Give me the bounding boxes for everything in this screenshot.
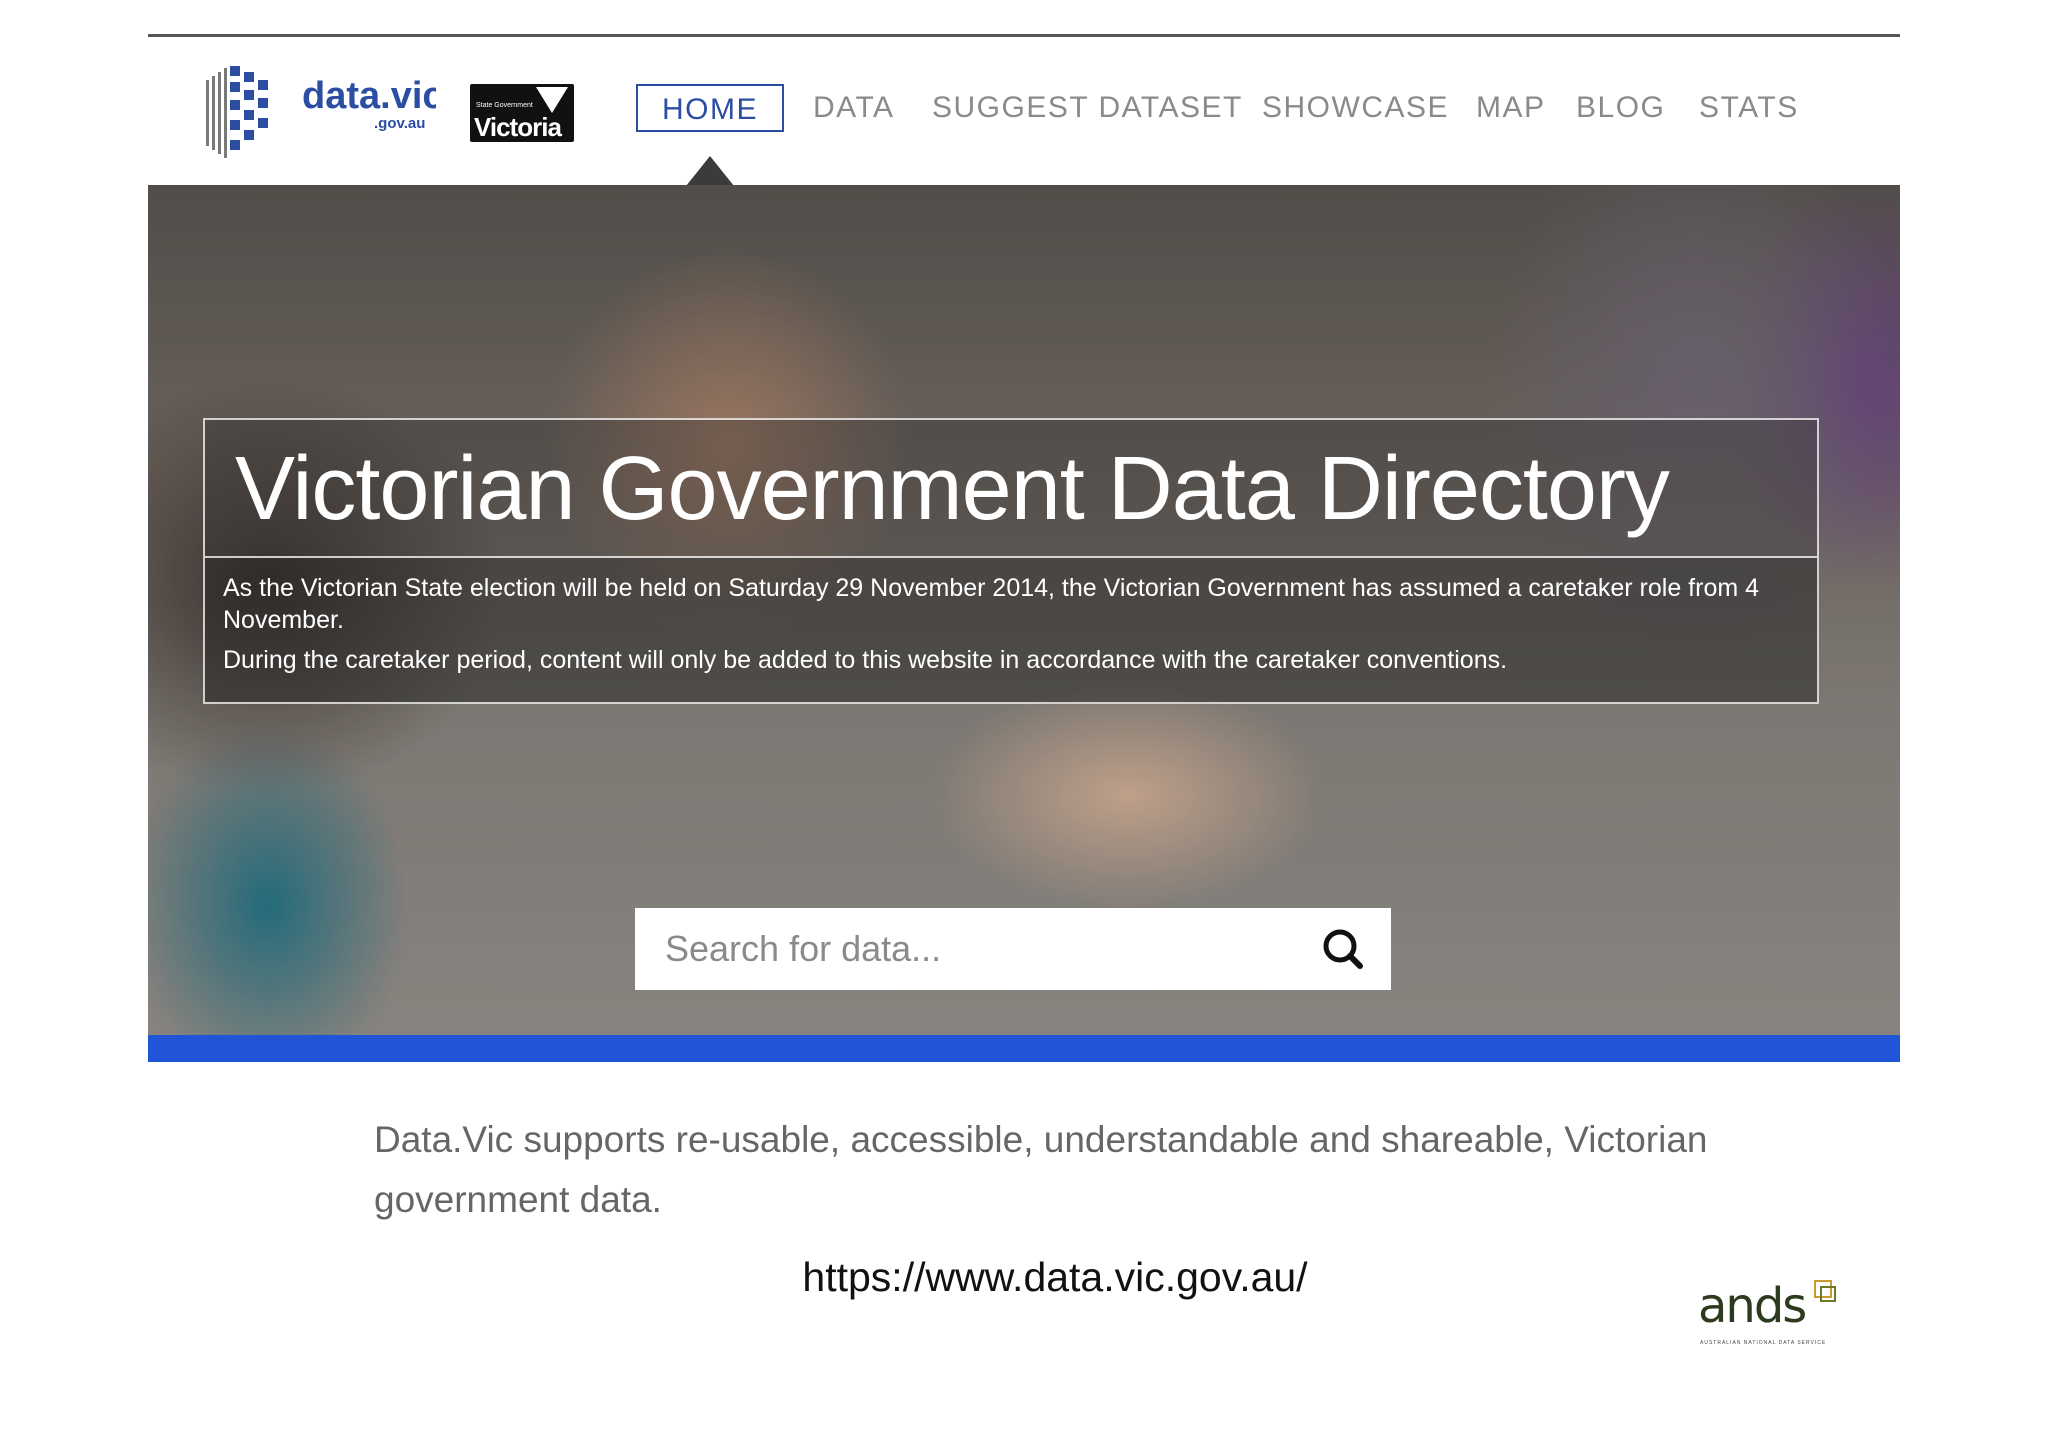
search-icon [1323,929,1363,969]
page-title: Victorian Government Data Directory [235,439,1670,539]
search-button[interactable] [1295,908,1391,990]
nav-map[interactable]: MAP [1476,84,1546,132]
notice-line-2: During the caretaker period, content wil… [223,646,1508,674]
nav-showcase[interactable]: SHOWCASE [1262,84,1449,132]
victoria-triangle-icon [536,87,568,113]
notice-text: As the Victorian State election will be … [223,572,1783,676]
search-input[interactable] [635,908,1295,990]
hero-title-box: Victorian Government Data Directory [203,418,1819,558]
ands-square-icon-2 [1820,1286,1836,1302]
ands-logo-text: ands [1698,1278,1807,1334]
nav-active-pointer [686,156,734,186]
search-bar [635,908,1391,990]
logo-text: data.vic [302,75,436,117]
notice-line-1: As the Victorian State election will be … [223,574,1760,634]
ands-logo: ands AUSTRALIAN NATIONAL DATA SERVICE [1698,1278,1838,1350]
site-tagline: Data.Vic supports re-usable, accessible,… [374,1119,1708,1220]
nav-blog[interactable]: BLOG [1576,84,1665,132]
nav-home[interactable]: HOME [636,84,784,132]
victoria-label: Victoria [474,112,562,142]
datavic-logo[interactable]: data.vic .gov.au [206,66,436,160]
caretaker-notice: As the Victorian State election will be … [203,558,1819,704]
nav-data[interactable]: DATA [813,84,895,132]
ands-logo-subtext: AUSTRALIAN NATIONAL DATA SERVICE [1700,1340,1827,1346]
victoria-state-logo[interactable]: State Government Victoria [470,84,574,142]
nav-stats[interactable]: STATS [1699,84,1799,132]
state-gov-label: State Government [476,102,533,109]
logo-subtext: .gov.au [374,115,425,132]
hero-accent-bar [148,1035,1900,1062]
hero-banner: Victorian Government Data Directory As t… [148,185,1900,1035]
nav-suggest-dataset[interactable]: SUGGEST DATASET [932,84,1243,132]
